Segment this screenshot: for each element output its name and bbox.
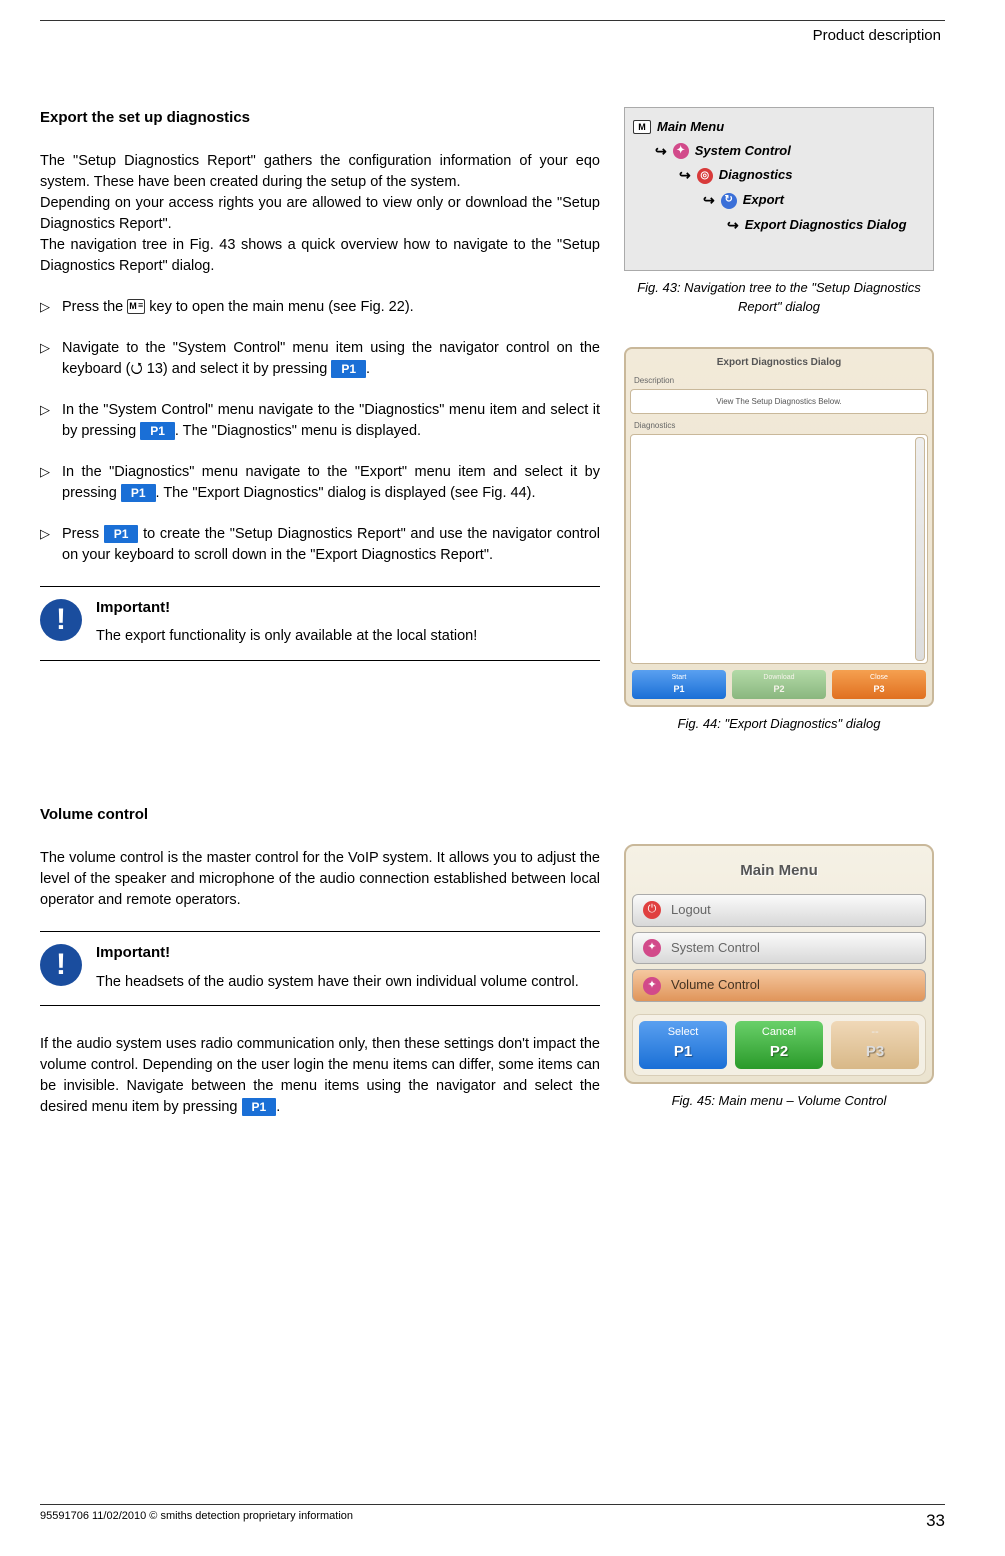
- fig44-caption: Fig. 44: "Export Diagnostics" dialog: [624, 715, 934, 734]
- desc-text: View The Setup Diagnostics Below.: [630, 389, 928, 415]
- important-body: The headsets of the audio system have th…: [96, 972, 600, 993]
- bullet-icon: [40, 297, 62, 318]
- important-note-2: ! Important! The headsets of the audio s…: [40, 931, 600, 1006]
- step-3: In the "System Control" menu navigate to…: [40, 400, 600, 442]
- globe-icon: ✦: [673, 143, 689, 159]
- nav-system: System Control: [695, 142, 791, 161]
- power-icon: ⏻: [643, 901, 661, 919]
- select-button[interactable]: Select P1: [639, 1021, 727, 1069]
- menu-item-volume-control[interactable]: ✦ Volume Control: [632, 969, 926, 1002]
- nav-exportdlg: Export Diagnostics Dialog: [745, 216, 907, 235]
- p1-badge: P1: [331, 360, 366, 378]
- btn-key: P2: [735, 1041, 823, 1063]
- export-icon: ↻: [721, 193, 737, 209]
- diag-label: Diagnostics: [630, 418, 928, 434]
- section2-title: Volume control: [40, 804, 600, 826]
- nav-ref-icon: ⭯: [131, 361, 143, 377]
- section2-intro: The volume control is the master control…: [40, 848, 600, 911]
- arrow-icon: [655, 141, 667, 162]
- desc-label: Description: [630, 373, 928, 389]
- step2b: 13) and select it by pressing: [143, 361, 332, 377]
- section1-title: Export the set up diagnostics: [40, 107, 600, 129]
- fig43-navtree: M Main Menu ✦ System Control ◎ Diagnosti…: [624, 107, 934, 271]
- para2b: .: [276, 1099, 280, 1115]
- start-button[interactable]: Start P1: [632, 670, 726, 699]
- cancel-button[interactable]: Cancel P2: [735, 1021, 823, 1069]
- step5a: Press: [62, 526, 104, 542]
- btn-label: Select: [639, 1025, 727, 1041]
- important-body: The export functionality is only availab…: [96, 626, 600, 647]
- step1b: key to open the main menu (see Fig. 22).: [145, 299, 413, 315]
- nav-export: Export: [743, 191, 784, 210]
- globe-icon: ✦: [643, 977, 661, 995]
- btn-label: Download: [732, 673, 826, 683]
- diag-textarea[interactable]: [630, 434, 928, 664]
- btn-key: P1: [632, 683, 726, 696]
- nav-diag: Diagnostics: [719, 166, 793, 185]
- btn-key: P1: [639, 1041, 727, 1063]
- btn-label: Start: [632, 673, 726, 683]
- fig45-mainmenu: Main Menu ⏻ Logout ✦ System Control ✦ Vo…: [624, 844, 934, 1084]
- step-5: Press P1 to create the "Setup Diagnostic…: [40, 524, 600, 566]
- item-label: Volume Control: [671, 976, 760, 995]
- target-icon: ◎: [697, 168, 713, 184]
- step5b: to create the "Setup Diagnostics Report"…: [62, 526, 600, 563]
- step4b: . The "Export Diagnostics" dialog is dis…: [156, 485, 536, 501]
- p1-badge: P1: [242, 1098, 277, 1116]
- blank-button[interactable]: -- P3: [831, 1021, 919, 1069]
- exclamation-icon: !: [40, 599, 82, 641]
- arrow-icon: [679, 165, 691, 186]
- fig44-dialog: Export Diagnostics Dialog Description Vi…: [624, 347, 934, 707]
- nav-main: Main Menu: [657, 118, 724, 137]
- footer-left: 95591706 11/02/2010 © smiths detection p…: [40, 1509, 353, 1534]
- item-label: System Control: [671, 939, 760, 958]
- globe-icon: ✦: [643, 939, 661, 957]
- intro1: The "Setup Diagnostics Report" gathers t…: [40, 153, 600, 190]
- menu-item-system-control[interactable]: ✦ System Control: [632, 932, 926, 965]
- step-1: Press the M key to open the main menu (s…: [40, 297, 600, 318]
- bullet-icon: [40, 338, 62, 380]
- btn-label: Cancel: [735, 1025, 823, 1041]
- menu-key-icon: M: [633, 120, 651, 134]
- exclamation-icon: !: [40, 944, 82, 986]
- btn-label: --: [831, 1025, 919, 1041]
- para2a: If the audio system uses radio communica…: [40, 1036, 600, 1115]
- btn-key: P3: [832, 683, 926, 696]
- dialog-title: Export Diagnostics Dialog: [630, 353, 928, 374]
- fig45-caption: Fig. 45: Main menu – Volume Control: [624, 1092, 934, 1111]
- intro2: Depending on your access rights you are …: [40, 195, 600, 232]
- arrow-icon: [703, 190, 715, 211]
- btn-key: P2: [732, 683, 826, 696]
- step-4: In the "Diagnostics" menu navigate to th…: [40, 462, 600, 504]
- menu-item-logout[interactable]: ⏻ Logout: [632, 894, 926, 927]
- arrow-icon: [727, 215, 739, 236]
- step3b: . The "Diagnostics" menu is displayed.: [175, 423, 421, 439]
- close-button[interactable]: Close P3: [832, 670, 926, 699]
- page-number: 33: [926, 1509, 945, 1534]
- p1-badge: P1: [121, 484, 156, 502]
- btn-label: Close: [832, 673, 926, 683]
- bullet-icon: [40, 462, 62, 504]
- fig43-caption: Fig. 43: Navigation tree to the "Setup D…: [624, 279, 934, 317]
- step-2: Navigate to the "System Control" menu it…: [40, 338, 600, 380]
- item-label: Logout: [671, 901, 711, 920]
- bullet-icon: [40, 400, 62, 442]
- important-title: Important!: [96, 942, 600, 964]
- p1-badge: P1: [140, 422, 175, 440]
- section2-para2: If the audio system uses radio communica…: [40, 1034, 600, 1118]
- m-key-icon: M: [127, 299, 145, 314]
- page-footer: 95591706 11/02/2010 © smiths detection p…: [40, 1504, 945, 1534]
- section1-intro: The "Setup Diagnostics Report" gathers t…: [40, 151, 600, 277]
- btn-key: P3: [831, 1041, 919, 1063]
- step2c: .: [366, 361, 370, 377]
- important-title: Important!: [96, 597, 600, 619]
- intro3: The navigation tree in Fig. 43 shows a q…: [40, 237, 600, 274]
- p1-badge: P1: [104, 525, 139, 543]
- download-button[interactable]: Download P2: [732, 670, 826, 699]
- step1a: Press the: [62, 299, 127, 315]
- important-note-1: ! Important! The export functionality is…: [40, 586, 600, 661]
- page-header-right: Product description: [40, 25, 945, 47]
- mainmenu-title: Main Menu: [632, 852, 926, 894]
- bullet-icon: [40, 524, 62, 566]
